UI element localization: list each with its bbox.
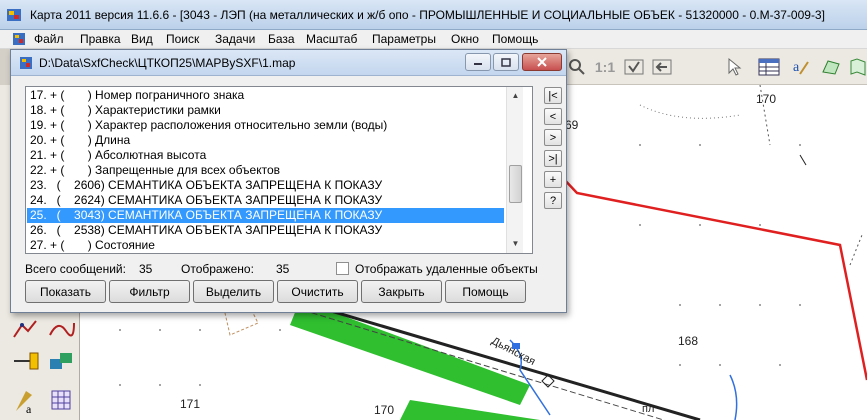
list-item[interactable]: 23. ( 2606) СЕМАНТИКА ОБЪЕКТА ЗАПРЕЩЕНА … bbox=[27, 178, 504, 193]
menu-parameters[interactable]: Параметры bbox=[372, 32, 436, 46]
dialog-titlebar[interactable]: D:\Data\SxfCheck\ЦТКОП25\MAPBySXF\1.map bbox=[11, 50, 566, 76]
list-scrollbar[interactable]: ▲ ▼ bbox=[506, 87, 523, 253]
svg-text:a: a bbox=[793, 60, 800, 75]
draw-curve-icon[interactable] bbox=[46, 315, 76, 345]
select-button[interactable]: Выделить bbox=[193, 280, 274, 303]
map-height-label: 171 bbox=[180, 397, 201, 411]
map-height-label: 168 bbox=[678, 334, 699, 348]
map-tool-icon[interactable] bbox=[848, 55, 867, 79]
list-item[interactable]: 17. + ( ) Номер пограничного знака bbox=[27, 88, 504, 103]
show-button[interactable]: Показать bbox=[25, 280, 106, 303]
menu-help[interactable]: Помощь bbox=[492, 32, 538, 46]
scale-1-1-button[interactable]: 1:1 bbox=[590, 55, 620, 79]
pointer-icon[interactable] bbox=[722, 55, 746, 79]
menu-tasks[interactable]: Задачи bbox=[215, 32, 255, 46]
app-titlebar: Карта 2011 версия 11.6.6 - [3043 - ЛЭП (… bbox=[0, 0, 867, 30]
scroll-up-arrow-icon[interactable]: ▲ bbox=[507, 87, 524, 104]
messages-listbox[interactable]: 17. + ( ) Номер пограничного знака 18. +… bbox=[25, 86, 533, 254]
minimize-icon bbox=[474, 63, 482, 65]
help-question-button[interactable]: ? bbox=[544, 192, 562, 209]
menu-bar: Файл Правка Вид Поиск Задачи База Масшта… bbox=[0, 30, 867, 49]
show-deleted-checkbox[interactable] bbox=[336, 262, 349, 275]
last-record-button[interactable]: >| bbox=[544, 150, 562, 167]
list-item[interactable]: 22. + ( ) Запрещенные для всех объектов bbox=[27, 163, 504, 178]
maximize-icon bbox=[501, 57, 511, 67]
route-line[interactable] bbox=[559, 174, 867, 381]
first-record-button[interactable]: |< bbox=[544, 87, 562, 104]
text-tool-icon[interactable]: a bbox=[10, 385, 40, 415]
maximize-button[interactable] bbox=[493, 53, 519, 71]
menu-scale[interactable]: Масштаб bbox=[306, 32, 357, 46]
previous-record-button[interactable]: < bbox=[544, 108, 562, 125]
menu-window[interactable]: Окно bbox=[451, 32, 479, 46]
close-icon bbox=[537, 57, 547, 67]
menu-file[interactable]: Файл bbox=[34, 32, 64, 46]
map-file-icon bbox=[20, 57, 32, 69]
filter-button[interactable]: Фильтр bbox=[109, 280, 190, 303]
app-logo-icon bbox=[7, 9, 21, 21]
total-messages-value: 35 bbox=[139, 262, 153, 276]
dialog-title: D:\Data\SxfCheck\ЦТКОП25\MAPBySXF\1.map bbox=[39, 56, 296, 70]
back-arrow-icon[interactable] bbox=[650, 55, 674, 79]
vegetation-area[interactable] bbox=[290, 300, 530, 405]
move-objects-icon[interactable] bbox=[46, 347, 76, 377]
close-dialog-button[interactable]: Закрыть bbox=[361, 280, 442, 303]
toolbar: 1:1 a bbox=[560, 49, 867, 85]
clear-button[interactable]: Очистить bbox=[277, 280, 358, 303]
zoom-icon[interactable] bbox=[566, 55, 588, 79]
list-item[interactable]: 24. ( 2624) СЕМАНТИКА ОБЪЕКТА ЗАПРЕЩЕНА … bbox=[27, 193, 504, 208]
menu-database[interactable]: База bbox=[268, 32, 295, 46]
map-height-label: 69 bbox=[565, 118, 579, 132]
polygon-select-icon[interactable] bbox=[818, 55, 844, 79]
help-button[interactable]: Помощь bbox=[445, 280, 526, 303]
scroll-down-arrow-icon[interactable]: ▼ bbox=[507, 235, 524, 252]
map-height-label: 170 bbox=[756, 92, 777, 106]
next-record-button[interactable]: > bbox=[544, 129, 562, 146]
list-item[interactable]: 18. + ( ) Характеристики рамки bbox=[27, 103, 504, 118]
shown-value: 35 bbox=[276, 262, 290, 276]
menu-view[interactable]: Вид bbox=[131, 32, 153, 46]
list-item[interactable]: 21. + ( ) Абсолютная высота bbox=[27, 148, 504, 163]
close-button[interactable] bbox=[522, 53, 562, 71]
list-item-selected[interactable]: 25. ( 3043) СЕМАНТИКА ОБЪЕКТА ЗАПРЕЩЕНА … bbox=[27, 208, 504, 223]
menu-edit[interactable]: Правка bbox=[80, 32, 121, 46]
list-item[interactable]: 27. + ( ) Состояние bbox=[27, 238, 504, 253]
add-button[interactable]: + bbox=[544, 171, 562, 188]
svg-text:a: a bbox=[26, 402, 32, 415]
minimize-button[interactable] bbox=[465, 53, 491, 71]
list-item[interactable]: 19. + ( ) Характер расположения относите… bbox=[27, 118, 504, 133]
text-edit-icon[interactable]: a bbox=[788, 55, 814, 79]
menu-search[interactable]: Поиск bbox=[166, 32, 199, 46]
show-deleted-label: Отображать удаленные объекты bbox=[355, 262, 538, 276]
list-item[interactable]: 26. ( 2538) СЕМАНТИКА ОБЪЕКТА ЗАПРЕЩЕНА … bbox=[27, 223, 504, 238]
app-title: Карта 2011 версия 11.6.6 - [3043 - ЛЭП (… bbox=[30, 8, 825, 22]
total-messages-label: Всего сообщений: bbox=[25, 262, 126, 276]
fit-check-icon[interactable] bbox=[622, 55, 646, 79]
list-item[interactable]: 20. + ( ) Длина bbox=[27, 133, 504, 148]
document-icon[interactable] bbox=[12, 32, 26, 46]
shown-label: Отображено: bbox=[181, 262, 254, 276]
map-place-label: пл bbox=[642, 403, 655, 415]
ruler-icon[interactable] bbox=[10, 347, 40, 377]
messages-dialog: D:\Data\SxfCheck\ЦТКОП25\MAPBySXF\1.map … bbox=[10, 49, 567, 313]
scrollbar-thumb[interactable] bbox=[509, 165, 522, 203]
map-height-label: 170 bbox=[374, 403, 395, 417]
draw-line-icon[interactable] bbox=[10, 315, 40, 345]
grid-tool-icon[interactable] bbox=[46, 385, 76, 415]
table-icon[interactable] bbox=[756, 55, 782, 79]
